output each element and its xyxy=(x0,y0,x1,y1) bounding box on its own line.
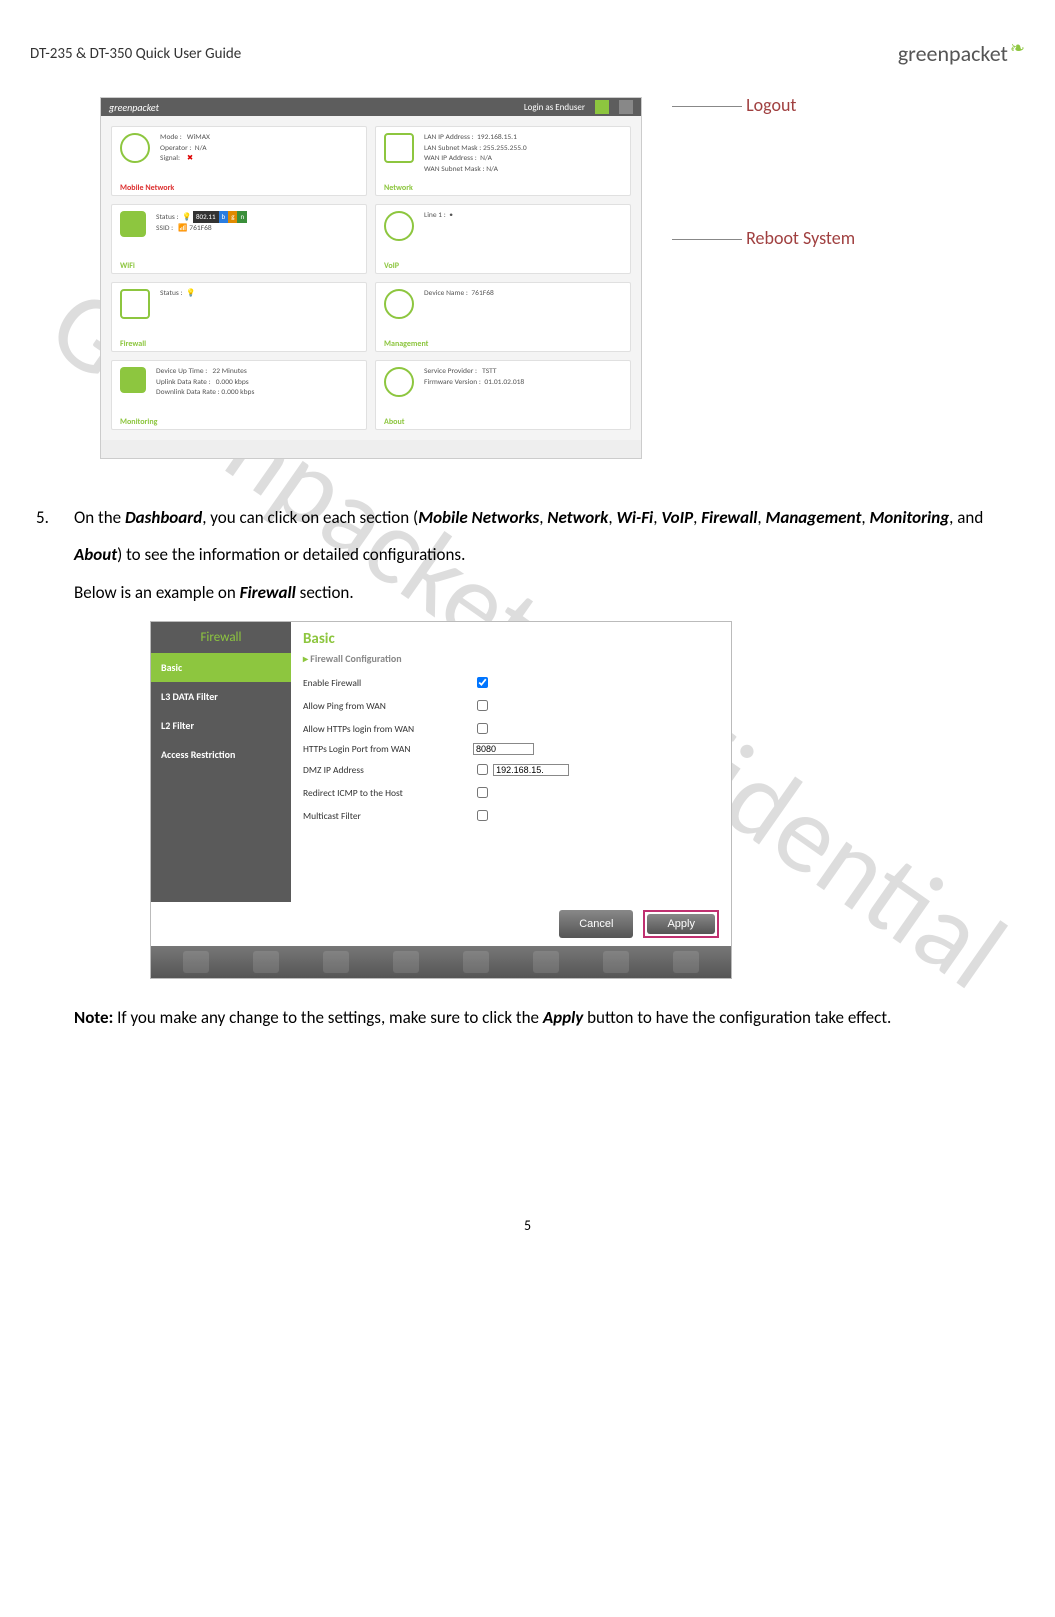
allow-https-checkbox[interactable] xyxy=(477,723,488,734)
redirect-icmp-checkbox[interactable] xyxy=(477,787,488,798)
sidebar-item-basic[interactable]: Basic xyxy=(151,653,291,682)
sidebar-item-l2[interactable]: L2 Filter xyxy=(151,711,291,740)
step-text: On the Dashboard, you can click on each … xyxy=(74,499,1025,611)
row-allow-https: Allow HTTPs login from WAN xyxy=(303,717,719,740)
dashboard-screenshot: greenpacket Login as Enduser Mode : WiMA… xyxy=(100,97,642,459)
page-number: 5 xyxy=(30,1217,1025,1234)
sidebar-item-access[interactable]: Access Restriction xyxy=(151,740,291,769)
voip-icon xyxy=(384,211,414,241)
row-allow-ping: Allow Ping from WAN xyxy=(303,694,719,717)
management-icon xyxy=(384,289,414,319)
network-icon xyxy=(384,133,414,163)
dmz-ip-input[interactable] xyxy=(493,764,569,776)
nav-management-icon[interactable] xyxy=(533,951,559,973)
about-icon xyxy=(384,367,414,397)
logout-icon[interactable] xyxy=(619,100,633,114)
bottom-icon-bar xyxy=(151,946,731,978)
note-text: Note: If you make any change to the sett… xyxy=(74,999,1025,1036)
card-management[interactable]: Device Name : 761F68 Management xyxy=(375,282,631,352)
firewall-icon xyxy=(120,289,150,319)
row-multicast: Multicast Filter xyxy=(303,804,719,827)
allow-ping-checkbox[interactable] xyxy=(477,700,488,711)
apply-button[interactable]: Apply xyxy=(647,914,715,934)
sidebar-header: Firewall xyxy=(151,622,291,653)
step-5: 5. On the Dashboard, you can click on ea… xyxy=(36,499,1025,611)
row-https-port: HTTPs Login Port from WAN xyxy=(303,740,719,758)
topbar-brand: greenpacket xyxy=(109,101,514,114)
row-dmz: DMZ IP Address xyxy=(303,758,719,781)
card-title: About xyxy=(384,417,405,427)
leaf-icon: ❧ xyxy=(1010,37,1025,59)
annotation-reboot: Reboot System xyxy=(672,227,855,249)
nav-about-icon[interactable] xyxy=(673,951,699,973)
page-header: DT-235 & DT-350 Quick User Guide greenpa… xyxy=(30,40,1025,67)
globe-icon xyxy=(120,133,150,163)
https-port-input[interactable] xyxy=(473,743,534,755)
button-row: Cancel Apply xyxy=(151,902,731,946)
panel-subtitle: Firewall Configuration xyxy=(303,652,719,665)
dmz-checkbox[interactable] xyxy=(477,764,488,775)
multicast-checkbox[interactable] xyxy=(477,810,488,821)
panel-title: Basic xyxy=(303,630,719,648)
reboot-icon[interactable] xyxy=(595,100,609,114)
card-wifi[interactable]: Status : 💡 802.11bgn SSID : 📶 761F68 WiF… xyxy=(111,204,367,274)
dashboard-bottombar xyxy=(101,440,641,458)
nav-wifi-icon[interactable] xyxy=(253,951,279,973)
card-network[interactable]: LAN IP Address : 192.168.15.1 LAN Subnet… xyxy=(375,126,631,196)
card-title: Firewall xyxy=(120,339,146,349)
card-voip[interactable]: Line 1 : • VoIP xyxy=(375,204,631,274)
nav-voip-icon[interactable] xyxy=(323,951,349,973)
card-title: Network xyxy=(384,183,413,193)
dashboard-topbar: greenpacket Login as Enduser xyxy=(101,98,641,116)
cancel-button[interactable]: Cancel xyxy=(559,910,633,938)
card-firewall[interactable]: Status : 💡 Firewall xyxy=(111,282,367,352)
sidebar-item-l3[interactable]: L3 DATA Filter xyxy=(151,682,291,711)
card-title: Mobile Network xyxy=(120,183,174,193)
row-enable-firewall: Enable Firewall xyxy=(303,671,719,694)
apply-highlight: Apply xyxy=(643,910,719,938)
firewall-main: Basic Firewall Configuration Enable Fire… xyxy=(291,622,731,902)
card-title: WiFi xyxy=(120,261,135,271)
login-as-text: Login as Enduser xyxy=(524,102,585,113)
annotation-logout: Logout xyxy=(672,94,796,116)
nav-firewall-icon[interactable] xyxy=(463,951,489,973)
card-title: VoIP xyxy=(384,261,399,271)
card-title: Management xyxy=(384,339,428,349)
brand-logo: greenpacket❧ xyxy=(898,40,1025,67)
card-about[interactable]: Service Provider : TSTT Firmware Version… xyxy=(375,360,631,430)
card-title: Monitoring xyxy=(120,417,157,427)
firewall-sidebar: Firewall Basic L3 DATA Filter L2 Filter … xyxy=(151,622,291,902)
firewall-screenshot: Firewall Basic L3 DATA Filter L2 Filter … xyxy=(150,621,732,979)
nav-monitoring-icon[interactable] xyxy=(603,951,629,973)
doc-title: DT-235 & DT-350 Quick User Guide xyxy=(30,45,241,63)
step-number: 5. xyxy=(36,499,60,611)
row-redirect-icmp: Redirect ICMP to the Host xyxy=(303,781,719,804)
monitoring-icon xyxy=(120,367,146,393)
card-monitoring[interactable]: Device Up Time : 22 Minutes Uplink Data … xyxy=(111,360,367,430)
nav-mobile-icon[interactable] xyxy=(183,951,209,973)
nav-network-icon[interactable] xyxy=(393,951,419,973)
enable-firewall-checkbox[interactable] xyxy=(477,677,488,688)
card-mobile-network[interactable]: Mode : WiMAX Operator : N/A Signal: ✖ Mo… xyxy=(111,126,367,196)
wifi-icon xyxy=(120,211,146,237)
